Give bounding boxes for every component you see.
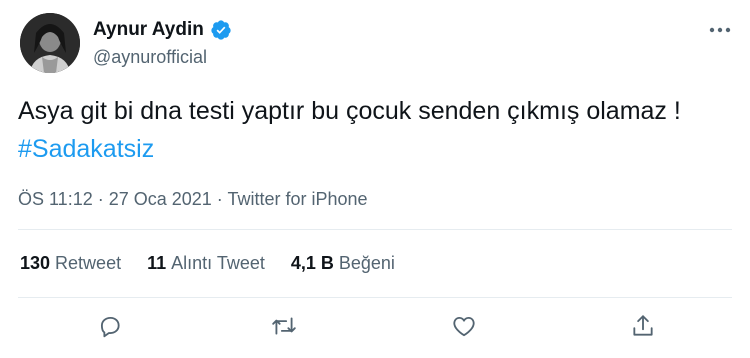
tweet-text: Asya git bi dna testi yaptır bu çocuk se… bbox=[18, 92, 718, 168]
quotes-count: 11 bbox=[147, 253, 167, 273]
divider bbox=[18, 229, 732, 230]
likes-count: 4,1 B bbox=[290, 253, 334, 273]
retweet-icon[interactable] bbox=[270, 312, 298, 340]
hashtag-link[interactable]: #Sadakatsiz bbox=[18, 135, 154, 163]
likes-stat[interactable]: 4,1 B Beğeni bbox=[291, 253, 395, 274]
avatar[interactable] bbox=[20, 13, 80, 73]
tweet-card: Aynur Aydin @aynurofficial Asya git bi d… bbox=[0, 0, 750, 358]
display-name[interactable]: Aynur Aydin bbox=[93, 19, 204, 41]
likes-label: Beğeni bbox=[338, 253, 395, 273]
tweet-meta[interactable]: ÖS 11:12 · 27 Oca 2021 · Twitter for iPh… bbox=[18, 189, 368, 210]
author-block[interactable]: Aynur Aydin @aynurofficial bbox=[93, 18, 232, 68]
more-options-icon[interactable] bbox=[708, 18, 732, 42]
like-icon[interactable] bbox=[450, 312, 478, 340]
verified-badge-icon bbox=[210, 19, 232, 41]
divider bbox=[18, 297, 732, 298]
tweet-stats: 130 Retweet 11 Alıntı Tweet 4,1 B Beğeni bbox=[20, 253, 421, 274]
retweets-count: 130 bbox=[20, 253, 51, 273]
handle[interactable]: @aynurofficial bbox=[93, 47, 232, 68]
quotes-label: Alıntı Tweet bbox=[171, 253, 265, 273]
tweet-text-body: Asya git bi dna testi yaptır bu çocuk se… bbox=[18, 97, 681, 125]
action-bar bbox=[0, 312, 750, 342]
reply-icon[interactable] bbox=[96, 312, 124, 340]
quotes-stat[interactable]: 11 Alıntı Tweet bbox=[147, 253, 265, 274]
retweets-label: Retweet bbox=[55, 253, 122, 273]
avatar-image bbox=[20, 13, 80, 73]
share-icon[interactable] bbox=[629, 312, 657, 340]
display-name-row: Aynur Aydin bbox=[93, 18, 232, 42]
retweets-stat[interactable]: 130 Retweet bbox=[20, 253, 121, 274]
